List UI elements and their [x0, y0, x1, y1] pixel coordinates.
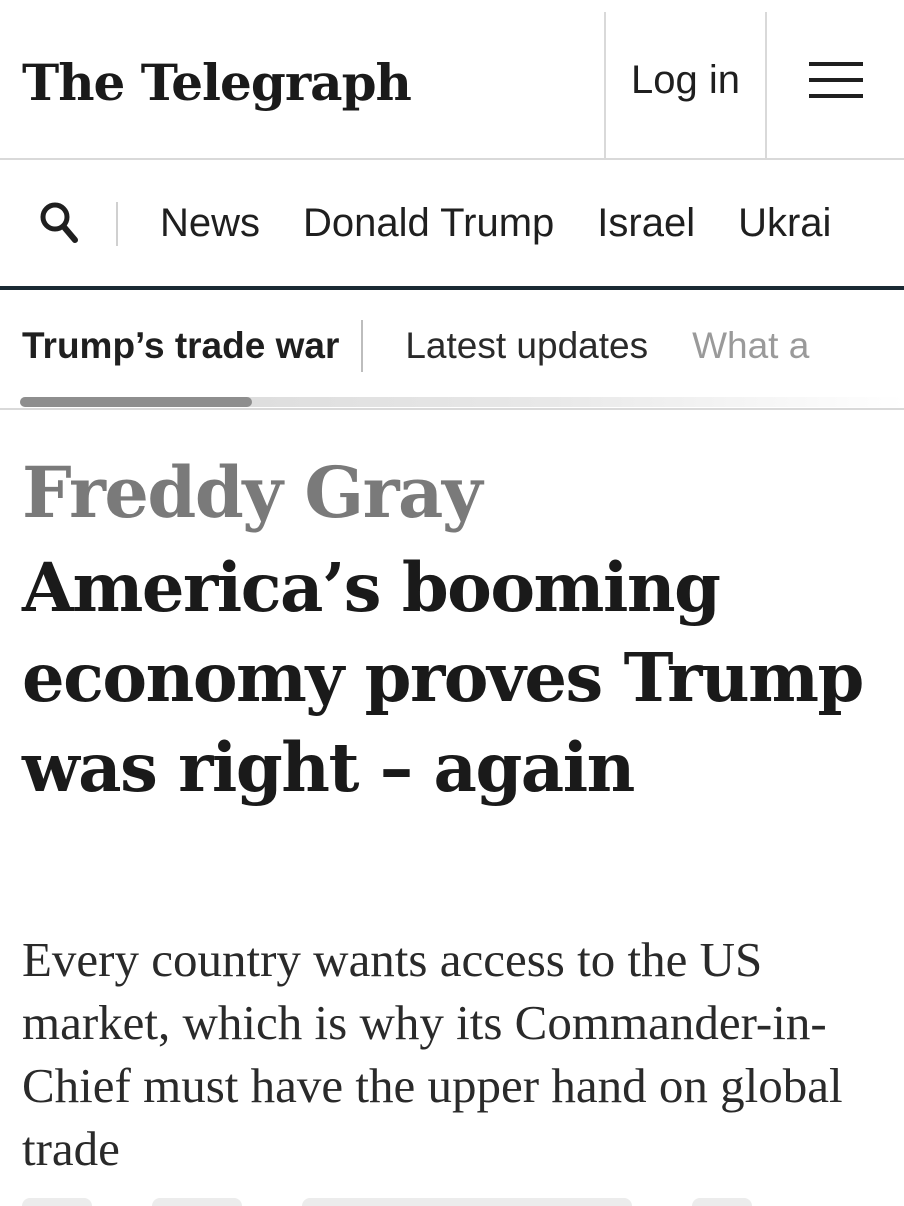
article-standfirst: Every country wants access to the US mar… — [22, 932, 843, 1176]
subnav-items: Trump’s trade war Latest updates What a — [22, 294, 853, 398]
menu-button[interactable] — [767, 0, 904, 160]
subnav-divider — [361, 320, 364, 372]
nav-item-news[interactable]: News — [160, 201, 260, 246]
article-author[interactable]: Freddy Gray — [22, 448, 483, 538]
subnav-item-what[interactable]: What a — [692, 325, 809, 367]
subnav-topic-title[interactable]: Trump’s trade war — [22, 325, 339, 367]
nav-item-ukraine[interactable]: Ukrai — [738, 201, 831, 246]
subnav-scroll-thumb[interactable] — [20, 397, 252, 407]
topic-subnav: Trump’s trade war Latest updates What a — [0, 294, 904, 410]
primary-nav: News Donald Trump Israel Ukrai — [0, 160, 904, 290]
site-header: The Telegraph Log in — [0, 0, 904, 160]
article-headline: America’s booming economy proves Trump w… — [22, 548, 864, 807]
nav-divider — [116, 202, 118, 246]
hamburger-menu-icon — [808, 62, 863, 98]
search-icon[interactable] — [38, 200, 82, 248]
nav-item-donald-trump[interactable]: Donald Trump — [303, 201, 554, 246]
subnav-overflow-fade — [814, 294, 904, 398]
subnav-item-latest-updates[interactable]: Latest updates — [405, 325, 648, 367]
nav-overflow-fade — [844, 160, 904, 286]
nav-item-israel[interactable]: Israel — [597, 201, 695, 246]
nav-items: News Donald Trump Israel Ukrai — [160, 160, 874, 286]
login-button[interactable]: Log in — [606, 0, 765, 160]
telegraph-logo[interactable]: The Telegraph — [22, 48, 412, 118]
share-bar-peek — [22, 1198, 882, 1206]
